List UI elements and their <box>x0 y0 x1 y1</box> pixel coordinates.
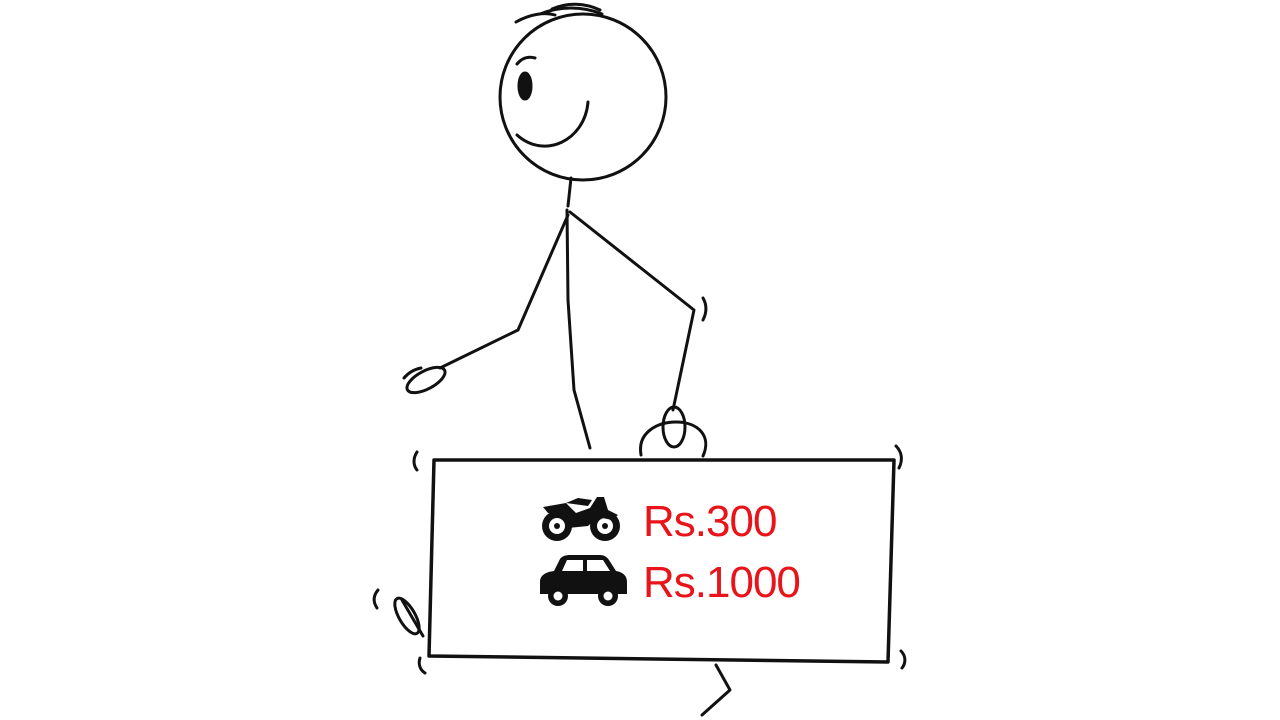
stick-figure-illustration <box>372 2 907 717</box>
stick-figure <box>372 2 732 717</box>
cartoon-scene: Rs.300 Rs.1000 <box>0 0 1280 720</box>
car-price: Rs.1000 <box>643 558 801 607</box>
motorcycle-price: Rs.300 <box>643 497 777 546</box>
figure-back-foot <box>393 596 421 636</box>
figure-torso <box>565 208 592 450</box>
motorcycle-icon <box>542 497 620 541</box>
figure-eye <box>517 71 533 101</box>
figure-neck <box>566 176 573 208</box>
figure-front-arm <box>568 210 696 412</box>
figure-front-leg <box>700 663 732 717</box>
figure-smile <box>515 100 590 148</box>
case-handle <box>639 420 708 458</box>
figure-back-arm <box>438 213 570 370</box>
figure-back-hand <box>405 365 447 395</box>
car-icon <box>540 555 627 606</box>
figure-front-hand <box>661 405 687 449</box>
figure-eyebrow <box>515 55 537 66</box>
